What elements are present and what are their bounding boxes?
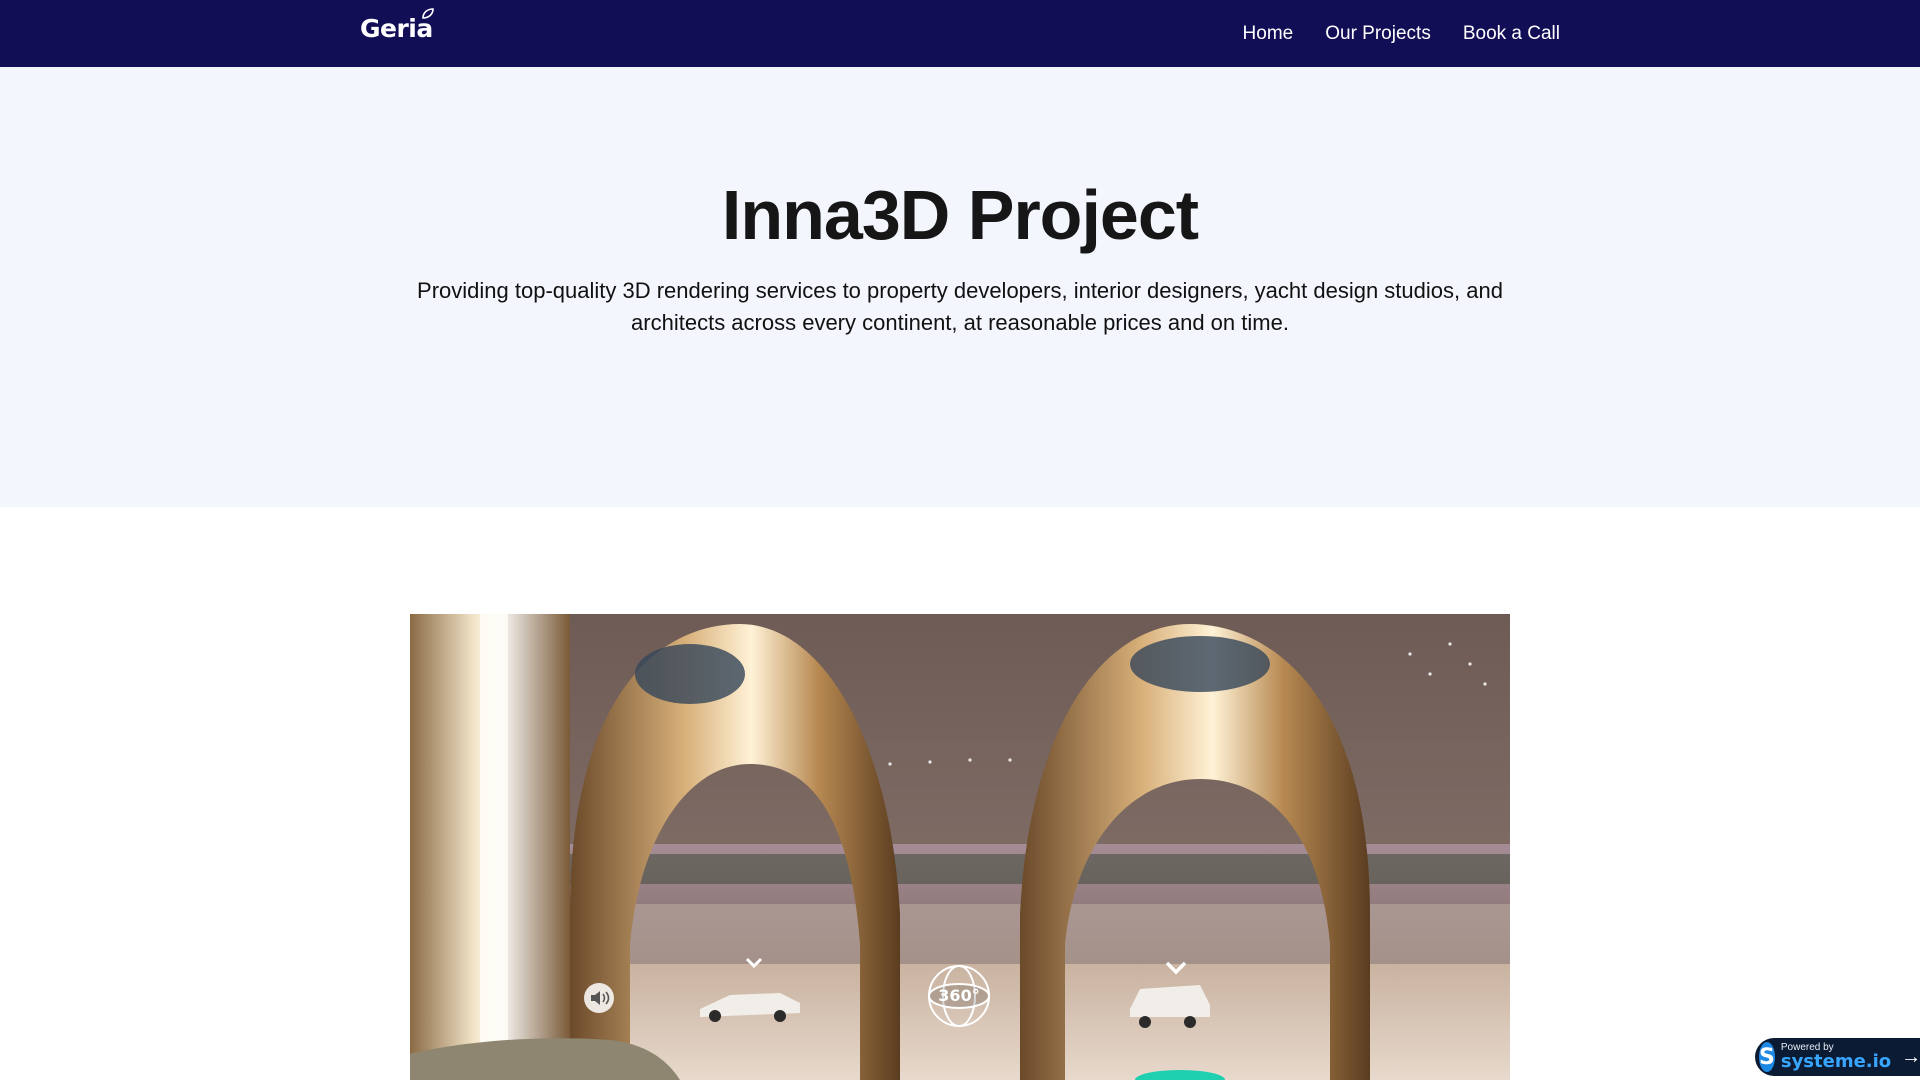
arrow-right-icon: → bbox=[1901, 1045, 1920, 1068]
360-view-label: 360° bbox=[938, 986, 980, 1005]
nav-book-a-call[interactable]: Book a Call bbox=[1463, 23, 1560, 45]
leaf-icon bbox=[421, 8, 434, 19]
systeme-logo-icon: S bbox=[1759, 1042, 1775, 1072]
nav-home[interactable]: Home bbox=[1243, 23, 1294, 45]
chevron-down-icon[interactable] bbox=[1165, 960, 1187, 976]
hero-section: Inna3D Project Providing top-quality 3D … bbox=[0, 67, 1920, 507]
nav-our-projects[interactable]: Our Projects bbox=[1325, 23, 1431, 45]
speaker-icon[interactable] bbox=[582, 981, 616, 1015]
hero-description: Providing top-quality 3D rendering servi… bbox=[417, 278, 1503, 335]
virtual-tour-viewer[interactable]: 360° bbox=[410, 614, 1510, 1080]
badge-brand-text: systeme.io bbox=[1780, 1051, 1892, 1072]
brand-logo[interactable]: Geria bbox=[360, 8, 434, 43]
chevron-down-icon[interactable] bbox=[745, 956, 763, 970]
powered-by-badge[interactable]: S Powered by systeme.io → bbox=[1755, 1038, 1920, 1076]
top-navbar: Geria Home Our Projects Book a Call bbox=[0, 0, 1920, 67]
main-nav: Home Our Projects Book a Call bbox=[1243, 0, 1560, 67]
page-title: Inna3D Project bbox=[721, 176, 1199, 254]
360-view-button[interactable]: 360° bbox=[926, 963, 992, 1029]
